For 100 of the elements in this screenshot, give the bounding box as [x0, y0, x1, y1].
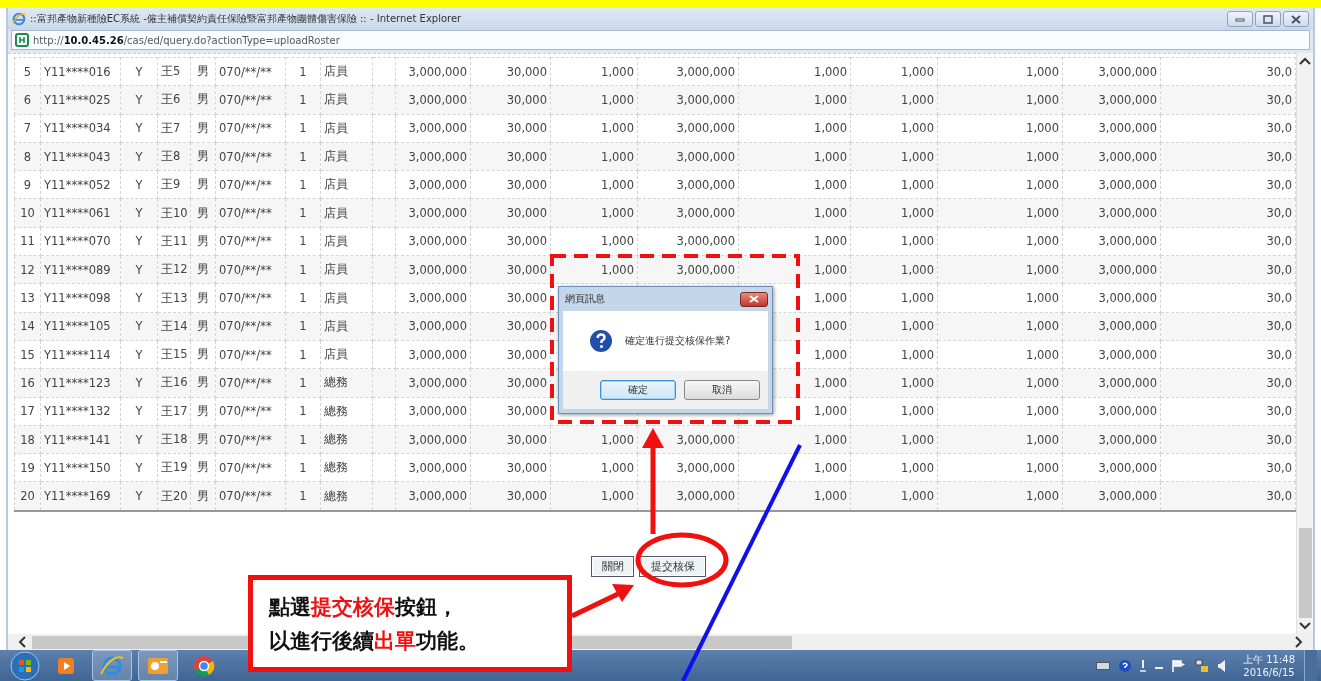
- table-cell: Y11****025: [44, 92, 111, 107]
- table-cell: 1,000: [901, 432, 934, 447]
- table-cell: 3,000,000: [676, 177, 735, 192]
- table-cell: 30,000: [506, 432, 547, 447]
- table-cell: 1,000: [901, 92, 934, 107]
- callout-text: 以進行後續出單功能。: [269, 626, 480, 655]
- dialog-title: 網頁訊息: [565, 292, 605, 306]
- table-cell: 1,000: [1026, 262, 1059, 277]
- table-cell: 30,000: [506, 262, 547, 277]
- table-cell: 3,000,000: [1098, 149, 1157, 164]
- table-cell: 1,000: [901, 375, 934, 390]
- dialog-button[interactable]: 確定: [600, 380, 676, 400]
- table-cell: 30,0: [1266, 149, 1292, 164]
- table-cell: 1,000: [814, 234, 847, 249]
- table-cell: 30,0: [1266, 432, 1292, 447]
- table-cell: 王14: [161, 318, 188, 333]
- scrollbar-thumb[interactable]: [1298, 528, 1312, 618]
- form-button[interactable]: 提交核保: [639, 555, 706, 577]
- taskbar-app-button[interactable]: [138, 650, 178, 681]
- table-cell: Y11****141: [44, 432, 111, 447]
- table-cell: 1,000: [814, 64, 847, 79]
- table-cell: 王20: [161, 488, 188, 503]
- keyboard-icon[interactable]: [1096, 661, 1110, 670]
- address-url[interactable]: http://10.0.45.26/cas/ed/query.do?actionType=uploadRoster: [33, 34, 340, 46]
- table-cell: 1: [299, 234, 307, 249]
- table-cell: 3,000,000: [408, 489, 467, 504]
- table-cell: 17: [20, 404, 35, 419]
- scroll-right-icon[interactable]: [1295, 636, 1303, 648]
- table-cell: 12: [20, 262, 35, 277]
- table-cell: 30,000: [506, 404, 547, 419]
- table-cell: 男: [197, 460, 209, 475]
- table-cell: 3,000,000: [676, 489, 735, 504]
- table-cell: 1: [299, 319, 307, 334]
- table-cell: 店員: [324, 92, 348, 107]
- table-cell: Y11****052: [44, 177, 111, 192]
- table-cell: 1,000: [1026, 206, 1059, 221]
- help-icon[interactable]: [1119, 659, 1131, 672]
- table-cell: 男: [197, 262, 209, 277]
- table-cell: 3,000,000: [1098, 347, 1157, 362]
- table-cell: 男: [197, 347, 209, 362]
- scroll-left-icon[interactable]: [18, 636, 26, 648]
- table-cell: 070/**/**: [219, 206, 272, 221]
- minimize-button[interactable]: [1227, 11, 1253, 27]
- dialog-message: 確定進行提交核保作業?: [625, 334, 731, 348]
- table-cell: 5: [23, 64, 32, 79]
- table-cell: 3,000,000: [676, 460, 735, 475]
- table-cell: 30,000: [506, 347, 547, 362]
- table-cell: Y11****016: [44, 64, 111, 79]
- table-cell: 王9: [161, 177, 181, 192]
- table-cell: 070/**/**: [219, 177, 272, 192]
- table-cell: Y11****132: [44, 404, 111, 419]
- start-button[interactable]: [10, 650, 40, 681]
- table-cell: 13: [20, 291, 35, 305]
- table-cell: 店員: [324, 290, 348, 305]
- close-button[interactable]: [740, 291, 768, 307]
- table-cell: 30,0: [1266, 319, 1292, 334]
- table-cell: Y: [135, 262, 143, 277]
- table-cell: 男: [197, 290, 209, 305]
- table-cell: 18: [20, 432, 35, 447]
- form-button[interactable]: 關閉: [591, 555, 634, 577]
- table-cell: 1,000: [814, 404, 847, 419]
- vertical-scrollbar[interactable]: [1296, 53, 1313, 634]
- table-cell: 1: [299, 177, 307, 192]
- site-logo-icon: [15, 33, 29, 47]
- table-cell: 1,000: [1026, 92, 1059, 107]
- table-cell: 男: [197, 375, 209, 390]
- table-cell: 1,000: [1026, 347, 1059, 362]
- table-cell: 王17: [161, 403, 188, 418]
- table-cell: 30,0: [1266, 234, 1292, 249]
- clock[interactable]: 上午 11:48 2016/6/15: [1243, 652, 1295, 679]
- table-cell: 3,000,000: [408, 149, 467, 164]
- flag-icon[interactable]: [1172, 659, 1186, 672]
- scroll-up-icon[interactable]: [1299, 57, 1311, 65]
- table-cell: 店員: [324, 64, 348, 79]
- table-cell: 30,000: [506, 206, 547, 221]
- close-button[interactable]: [1283, 11, 1309, 27]
- table-cell: 1: [299, 206, 307, 221]
- speaker-icon[interactable]: [1218, 658, 1226, 673]
- table-cell: 1,000: [1026, 375, 1059, 390]
- table-cell: 1: [299, 262, 307, 277]
- table-cell: Y11****070: [44, 234, 111, 249]
- table-cell: 30,000: [506, 177, 547, 192]
- table-cell: Y: [135, 291, 143, 305]
- table-cell: 1,000: [1026, 432, 1059, 447]
- table-cell: 1,000: [814, 177, 847, 192]
- table-cell: 8: [23, 149, 32, 164]
- table-cell: 王10: [161, 205, 188, 220]
- table-cell: 30,0: [1266, 375, 1292, 390]
- table-cell: 3,000,000: [1098, 489, 1157, 504]
- table-cell: 30,000: [506, 149, 547, 164]
- network-icon[interactable]: [1195, 658, 1209, 673]
- table-cell: Y: [135, 177, 143, 192]
- scroll-down-icon[interactable]: [1299, 622, 1311, 630]
- dialog-button[interactable]: 取消: [684, 380, 760, 400]
- table-cell: 1,000: [1026, 489, 1059, 504]
- table-cell: 3,000,000: [408, 121, 467, 136]
- maximize-button[interactable]: [1255, 11, 1281, 27]
- table-cell: Y11****043: [44, 149, 111, 164]
- table-cell: 店員: [324, 233, 348, 248]
- table-cell: 1: [299, 432, 307, 447]
